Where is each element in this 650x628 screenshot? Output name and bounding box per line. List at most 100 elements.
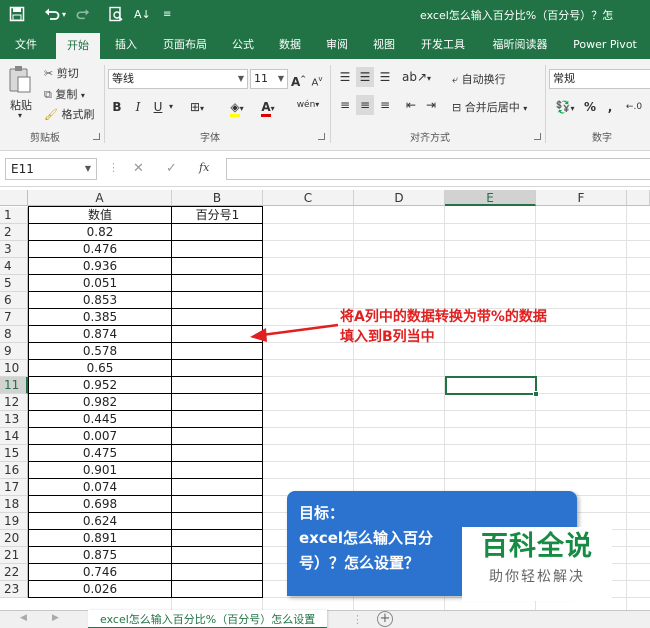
cell-value[interactable]: 0.026	[28, 581, 172, 598]
redo-icon[interactable]	[76, 6, 90, 24]
cell-value[interactable]: 0.874	[28, 326, 172, 343]
increase-indent-icon[interactable]: ⇥	[422, 95, 440, 115]
row-header-16[interactable]: 16	[0, 462, 28, 479]
scroll-left-icon[interactable]: ◀	[20, 613, 27, 623]
wrap-text-button[interactable]: ⤶ 自动换行	[452, 71, 506, 87]
font-size-combo[interactable]: 11 ▼	[250, 69, 288, 89]
row-header-4[interactable]: 4	[0, 258, 28, 275]
copy-button[interactable]: ⧉ 复制 ▾	[44, 86, 85, 102]
cell-percent[interactable]	[172, 445, 263, 462]
scroll-right-icon[interactable]: ▶	[52, 613, 59, 623]
row-header-23[interactable]: 23	[0, 581, 28, 598]
cell-percent[interactable]	[172, 309, 263, 326]
cell-percent[interactable]	[172, 258, 263, 275]
tab-formulas[interactable]: 公式	[224, 31, 262, 59]
select-all-corner[interactable]	[0, 190, 28, 206]
row-header-20[interactable]: 20	[0, 530, 28, 547]
cell-value[interactable]: 0.624	[28, 513, 172, 530]
grow-font-button[interactable]: A^	[291, 69, 306, 89]
tab-foxit-reader[interactable]: 福昕阅读器	[484, 31, 556, 59]
align-bottom-icon[interactable]: ☰	[376, 67, 394, 87]
orientation-icon[interactable]: ab↗▾	[402, 67, 431, 87]
tab-insert[interactable]: 插入	[106, 31, 146, 59]
formula-input[interactable]	[226, 158, 650, 180]
tab-file[interactable]: 文件	[6, 31, 46, 59]
row-header-14[interactable]: 14	[0, 428, 28, 445]
cell-percent[interactable]	[172, 513, 263, 530]
cell-value[interactable]: 0.385	[28, 309, 172, 326]
cut-button[interactable]: ✂ 剪切	[44, 65, 79, 81]
percent-style-button[interactable]: %	[582, 97, 598, 117]
insert-function-icon[interactable]: fx	[199, 161, 209, 174]
cell-value[interactable]: 0.952	[28, 377, 172, 394]
italic-button[interactable]: I	[131, 97, 145, 117]
row-header-8[interactable]: 8	[0, 326, 28, 343]
cell-percent[interactable]	[172, 275, 263, 292]
cell-value[interactable]: 0.891	[28, 530, 172, 547]
decrease-indent-icon[interactable]: ⇤	[402, 95, 420, 115]
cell-percent[interactable]	[172, 326, 263, 343]
cell-value[interactable]: 0.65	[28, 360, 172, 377]
tab-home[interactable]: 开始	[56, 33, 100, 59]
column-header-b[interactable]: B	[172, 190, 263, 206]
cell-value[interactable]: 0.578	[28, 343, 172, 360]
cell-value[interactable]: 0.051	[28, 275, 172, 292]
cell-value[interactable]: 0.746	[28, 564, 172, 581]
cell-value[interactable]: 0.982	[28, 394, 172, 411]
cell-percent[interactable]	[172, 241, 263, 258]
active-cell-e11[interactable]	[445, 376, 537, 395]
row-header-17[interactable]: 17	[0, 479, 28, 496]
align-left-icon[interactable]: ≡	[336, 95, 354, 115]
row-header-7[interactable]: 7	[0, 309, 28, 326]
clipboard-launcher-icon[interactable]	[93, 133, 100, 140]
bold-button[interactable]: B	[110, 97, 124, 117]
font-name-combo[interactable]: 等线 ▼	[108, 69, 248, 89]
enter-icon[interactable]: ✓	[166, 161, 177, 176]
underline-button[interactable]: U	[151, 97, 165, 117]
row-header-15[interactable]: 15	[0, 445, 28, 462]
row-header-13[interactable]: 13	[0, 411, 28, 428]
row-header-22[interactable]: 22	[0, 564, 28, 581]
cell-value[interactable]: 0.476	[28, 241, 172, 258]
cell-value[interactable]: 0.875	[28, 547, 172, 564]
row-header-5[interactable]: 5	[0, 275, 28, 292]
row-header-12[interactable]: 12	[0, 394, 28, 411]
shrink-font-button[interactable]: Av	[310, 69, 324, 89]
sort-az-icon[interactable]: A↓	[134, 6, 151, 24]
cell-b1-header[interactable]: 百分号1	[172, 207, 263, 224]
cell-value[interactable]: 0.007	[28, 428, 172, 445]
save-icon[interactable]	[9, 6, 25, 24]
align-top-icon[interactable]: ☰	[336, 67, 354, 87]
row-header-18[interactable]: 18	[0, 496, 28, 513]
cell-percent[interactable]	[172, 530, 263, 547]
add-sheet-icon[interactable]: +	[377, 611, 393, 627]
cell-percent[interactable]	[172, 462, 263, 479]
row-header-21[interactable]: 21	[0, 547, 28, 564]
increase-decimal-icon[interactable]: ←.0	[622, 97, 646, 117]
column-header-d[interactable]: D	[354, 190, 445, 206]
cell-value[interactable]: 0.698	[28, 496, 172, 513]
tab-review[interactable]: 审阅	[318, 31, 356, 59]
align-middle-icon[interactable]: ☰	[356, 67, 374, 87]
tab-developer[interactable]: 开发工具	[413, 31, 473, 59]
column-header-c[interactable]: C	[263, 190, 354, 206]
cell-percent[interactable]	[172, 428, 263, 445]
cell-percent[interactable]	[172, 360, 263, 377]
cell-percent[interactable]	[172, 224, 263, 241]
cell-percent[interactable]	[172, 547, 263, 564]
cell-value[interactable]: 0.475	[28, 445, 172, 462]
customize-qat-icon[interactable]: ≡	[163, 6, 171, 24]
fill-color-button[interactable]: ◈▾	[224, 97, 250, 117]
row-header-2[interactable]: 2	[0, 224, 28, 241]
cell-value[interactable]: 0.445	[28, 411, 172, 428]
alignment-launcher-icon[interactable]	[534, 133, 541, 140]
cell-percent[interactable]	[172, 377, 263, 394]
number-format-combo[interactable]: 常规	[549, 69, 650, 89]
accounting-format-button[interactable]: 💱▾	[552, 97, 578, 117]
cancel-icon[interactable]: ✕	[133, 161, 144, 176]
cell-value[interactable]: 0.074	[28, 479, 172, 496]
cell-value[interactable]: 0.82	[28, 224, 172, 241]
row-header-19[interactable]: 19	[0, 513, 28, 530]
cell-percent[interactable]	[172, 479, 263, 496]
print-preview-icon[interactable]	[108, 6, 124, 24]
